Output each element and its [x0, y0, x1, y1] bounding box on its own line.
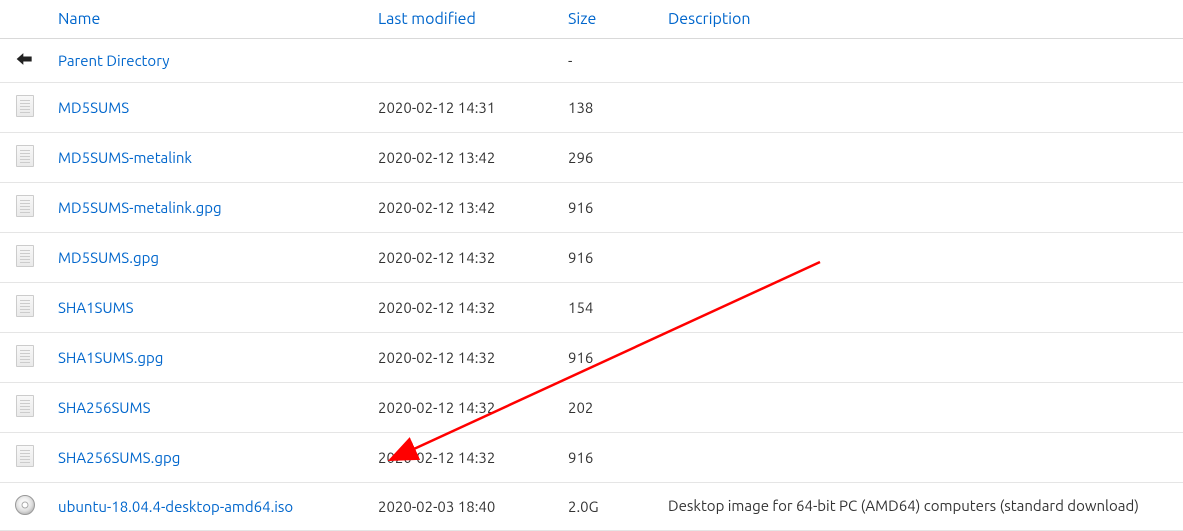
- modified-value: 2020-02-12 14:32: [370, 333, 560, 383]
- modified-value: 2020-02-12 14:32: [370, 433, 560, 483]
- file-link[interactable]: MD5SUMS.gpg: [58, 249, 159, 266]
- file-link[interactable]: SHA256SUMS.gpg: [58, 449, 180, 466]
- modified-value: 2020-02-03 18:40: [370, 483, 560, 531]
- file-link[interactable]: MD5SUMS-metalink.gpg: [58, 199, 222, 216]
- description-value: [660, 183, 1183, 233]
- size-value: 296: [560, 133, 660, 183]
- table-row: Parent Directory -: [0, 39, 1183, 83]
- table-row: SHA1SUMS.gpg 2020-02-12 14:32916: [0, 333, 1183, 383]
- description-value: [660, 433, 1183, 483]
- file-icon: [0, 183, 50, 233]
- table-row: SHA256SUMS.gpg 2020-02-12 14:32916: [0, 433, 1183, 483]
- file-link[interactable]: MD5SUMS-metalink: [58, 149, 192, 166]
- file-link[interactable]: SHA256SUMS: [58, 399, 150, 416]
- table-row: MD5SUMS 2020-02-12 14:31138: [0, 83, 1183, 133]
- size-value: 916: [560, 183, 660, 233]
- description-value: [660, 283, 1183, 333]
- table-row: SHA1SUMS 2020-02-12 14:32154: [0, 283, 1183, 333]
- modified-value: 2020-02-12 13:42: [370, 183, 560, 233]
- description-value: [660, 39, 1183, 83]
- file-icon: [0, 83, 50, 133]
- description-value: [660, 383, 1183, 433]
- back-icon: [0, 39, 50, 83]
- header-row: Name Last modified Size Description: [0, 0, 1183, 39]
- disc-icon: [0, 483, 50, 531]
- table-row: MD5SUMS-metalink 2020-02-12 13:42296: [0, 133, 1183, 183]
- modified-value: 2020-02-12 14:32: [370, 383, 560, 433]
- table-row: MD5SUMS.gpg 2020-02-12 14:32916: [0, 233, 1183, 283]
- sort-modified-link[interactable]: Last modified: [378, 10, 476, 28]
- modified-value: 2020-02-12 13:42: [370, 133, 560, 183]
- description-value: [660, 83, 1183, 133]
- modified-value: 2020-02-12 14:32: [370, 233, 560, 283]
- description-value: [660, 133, 1183, 183]
- size-value: 138: [560, 83, 660, 133]
- description-value: [660, 333, 1183, 383]
- description-value: [660, 233, 1183, 283]
- file-link[interactable]: SHA1SUMS.gpg: [58, 349, 163, 366]
- file-listing-table: Name Last modified Size Description Pare…: [0, 0, 1183, 531]
- size-value: 2.0G: [560, 483, 660, 531]
- size-value: 202: [560, 383, 660, 433]
- size-value: 154: [560, 283, 660, 333]
- table-row: SHA256SUMS 2020-02-12 14:32202: [0, 383, 1183, 433]
- sort-name-link[interactable]: Name: [58, 10, 100, 28]
- file-icon: [0, 383, 50, 433]
- modified-value: 2020-02-12 14:32: [370, 283, 560, 333]
- file-icon: [0, 433, 50, 483]
- file-link[interactable]: MD5SUMS: [58, 99, 129, 116]
- file-link[interactable]: SHA1SUMS: [58, 299, 134, 316]
- modified-value: [370, 39, 560, 83]
- file-icon: [0, 233, 50, 283]
- modified-value: 2020-02-12 14:31: [370, 83, 560, 133]
- size-value: -: [560, 39, 660, 83]
- size-value: 916: [560, 333, 660, 383]
- sort-description-link[interactable]: Description: [668, 10, 751, 28]
- size-value: 916: [560, 233, 660, 283]
- description-value: Desktop image for 64-bit PC (AMD64) comp…: [660, 483, 1183, 531]
- file-icon: [0, 133, 50, 183]
- file-link[interactable]: Parent Directory: [58, 52, 169, 69]
- sort-size-link[interactable]: Size: [568, 10, 596, 28]
- table-row: MD5SUMS-metalink.gpg 2020-02-12 13:42916: [0, 183, 1183, 233]
- table-row: ubuntu-18.04.4-desktop-amd64.iso2020-02-…: [0, 483, 1183, 531]
- file-icon: [0, 333, 50, 383]
- file-icon: [0, 283, 50, 333]
- size-value: 916: [560, 433, 660, 483]
